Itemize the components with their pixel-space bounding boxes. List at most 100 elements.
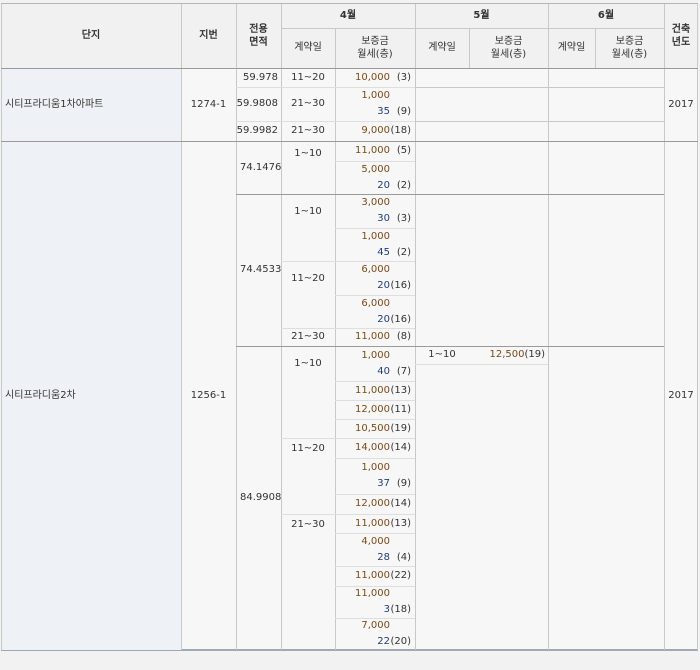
deposit-value: 10,000 xyxy=(355,71,390,83)
deposit-value: 11,000 xyxy=(355,570,390,581)
grid-line xyxy=(335,458,415,459)
rent-value: 20 xyxy=(377,179,390,191)
deal-amount: 6,000 20(16) xyxy=(335,295,415,328)
deal-amount: 3,000 30 (3) xyxy=(335,194,415,228)
grid-line xyxy=(236,87,415,88)
deposit-value: 3,000 xyxy=(361,197,390,208)
floor-value: (14) xyxy=(390,498,411,509)
grid-line xyxy=(335,400,415,401)
floor-value: (4) xyxy=(396,551,411,563)
complex-year-1: 2017 xyxy=(668,98,694,110)
deposit-value: 12,500 xyxy=(489,349,525,361)
deal-amount: 4,000 28 (4) xyxy=(335,533,415,566)
deposit-value: 1,000 xyxy=(361,462,390,473)
grid-line xyxy=(335,566,415,567)
deal-amount: 1,000 40 (7) xyxy=(335,346,415,381)
floor-value: (9) xyxy=(396,106,411,117)
deal-amount: 1,000 45 (2) xyxy=(335,228,415,261)
deal-amount: 6,000 20(16) xyxy=(335,261,415,295)
header-may-deposit-rent: 보증금 월세(층) xyxy=(469,28,548,68)
deposit-value: 11,000 xyxy=(355,588,390,599)
deposit-value: 6,000 xyxy=(361,264,390,275)
header-june-rent-floor: 월세(층) xyxy=(611,49,648,60)
grid-line xyxy=(335,618,415,619)
header-built-line1: 건축 xyxy=(671,23,691,35)
grid-line xyxy=(281,261,415,262)
contract-period: 1~10 xyxy=(294,358,322,369)
contract-period: 21~30 xyxy=(291,519,325,530)
deposit-value: 1,000 xyxy=(361,230,390,242)
may-contract-period: 1~10 xyxy=(428,349,456,361)
floor-value: (2) xyxy=(396,179,411,191)
area-cell: 74.4533 xyxy=(240,264,281,276)
grid-line xyxy=(236,194,664,195)
floor-value: (3) xyxy=(396,71,411,83)
floor-value: (3) xyxy=(396,213,411,224)
area-cell: 59.9808 xyxy=(236,98,278,110)
contract-period: 21~30 xyxy=(291,331,325,343)
floor-value: (14) xyxy=(390,442,411,453)
deal-amount: 11,000(13) xyxy=(335,514,415,533)
deal-amount: 7,000 22(20) xyxy=(335,618,415,650)
area-cell: 59.978 xyxy=(243,71,278,83)
header-june-contract-day: 계약일 xyxy=(548,28,595,68)
header-area-line2: 면적 xyxy=(249,37,268,48)
header-may-deposit: 보증금 xyxy=(494,35,523,47)
grid-line xyxy=(335,419,415,420)
rent-value: 45 xyxy=(377,246,390,258)
grid-line xyxy=(281,514,415,515)
deposit-value: 12,000 xyxy=(355,498,390,509)
grid-line xyxy=(1,141,698,142)
contract-period: 11~20 xyxy=(291,71,325,83)
rent-value: 37 xyxy=(377,478,390,489)
deposit-value: 1,000 xyxy=(361,90,390,101)
deal-amount: 9,000(18) xyxy=(335,121,415,141)
complex-lot-1: 1274-1 xyxy=(190,98,227,110)
deal-amount: 11,000(13) xyxy=(335,381,415,400)
complex-name-1: 시티프라디움1차아파트 xyxy=(1,68,181,141)
grid-line xyxy=(415,4,416,650)
floor-value: (19) xyxy=(524,349,545,361)
grid-line xyxy=(281,328,415,329)
deposit-value: 9,000 xyxy=(361,125,390,136)
deposit-value: 4,000 xyxy=(361,535,390,547)
contract-period: 1~10 xyxy=(294,206,322,217)
deal-amount: 11,000(22) xyxy=(335,566,415,586)
floor-value: (18) xyxy=(390,125,411,136)
deposit-value: 11,000 xyxy=(355,517,390,529)
contract-period: 1~10 xyxy=(294,148,322,159)
grid-line xyxy=(335,295,415,296)
floor-value: (16) xyxy=(390,280,411,291)
contract-period: 21~30 xyxy=(291,125,325,137)
area-cell: 59.9982 xyxy=(236,125,278,137)
rent-value: 28 xyxy=(377,551,390,563)
floor-value: (11) xyxy=(390,403,411,415)
grid-line xyxy=(415,364,548,365)
floor-value: (2) xyxy=(396,246,411,258)
header-month-april: 4월 xyxy=(281,4,415,28)
header-complex: 단지 xyxy=(1,4,181,68)
rent-value: 20 xyxy=(377,280,390,291)
grid-line xyxy=(415,121,664,122)
complex-year-2: 2017 xyxy=(668,389,694,401)
grid-line xyxy=(415,87,664,88)
grid-line xyxy=(181,4,182,650)
grid-line xyxy=(335,161,415,162)
floor-value: (22) xyxy=(390,570,411,581)
floor-value: (18) xyxy=(390,604,411,615)
real-estate-transaction-table: 단지 지번 전용 면적 4월 5월 6월 건축 년도 계약일 보증금 월세(층)… xyxy=(1,3,698,651)
deposit-value: 5,000 xyxy=(361,163,390,175)
header-april-contract-day: 계약일 xyxy=(281,28,335,68)
deposit-value: 6,000 xyxy=(361,297,390,309)
header-area-line1: 전용 xyxy=(249,23,268,35)
header-month-may: 5월 xyxy=(415,4,548,28)
grid-line xyxy=(236,4,237,650)
floor-value: (13) xyxy=(390,384,411,396)
deposit-value: 1,000 xyxy=(361,349,390,361)
grid-line xyxy=(335,228,415,229)
header-month-june: 6월 xyxy=(548,4,664,28)
deal-amount: 1,000 37 (9) xyxy=(335,458,415,494)
grid-line xyxy=(469,28,470,68)
grid-line xyxy=(335,533,415,534)
area-cell: 84.9908 xyxy=(240,492,281,504)
